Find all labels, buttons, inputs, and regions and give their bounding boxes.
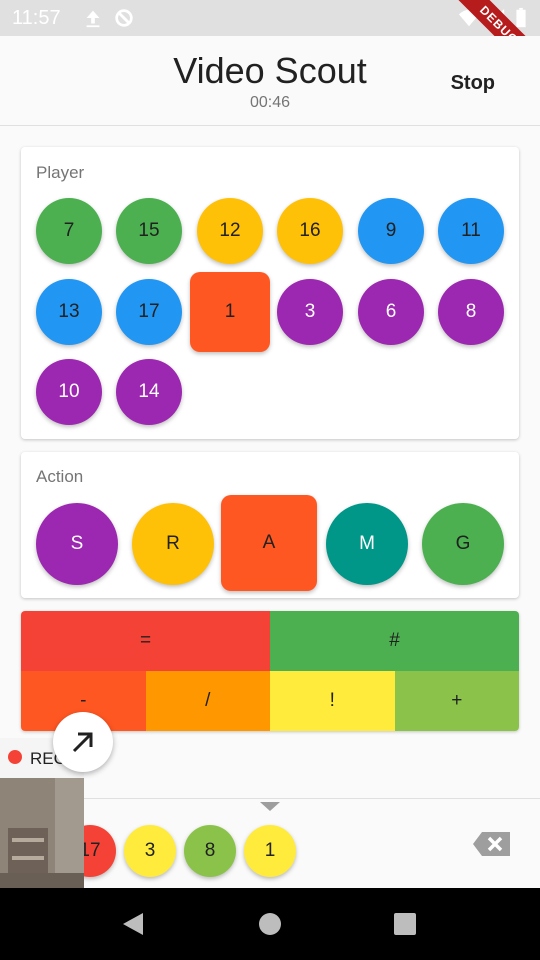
action-button-g[interactable]: G [422,503,504,585]
home-icon[interactable] [258,912,282,936]
player-button[interactable]: 13 [36,279,102,345]
recents-icon[interactable] [393,912,417,936]
action-card-title: Action [36,467,84,486]
app-bar: Video Scout 00:46 Stop [0,36,540,126]
sync-disabled-icon [115,9,133,27]
status-bar: 11:57 DEBUG [0,0,540,86]
upload-icon [86,10,100,28]
status-time: 11:57 [12,7,61,29]
elapsed-timer: 00:46 [249,94,291,111]
player-button[interactable]: 10 [36,359,102,425]
stop-button[interactable]: Stop [451,72,495,95]
camera-feed-image [0,778,84,888]
player-button[interactable]: 11 [438,198,504,264]
evaluation-button[interactable]: = [21,611,270,671]
back-icon[interactable] [121,912,145,936]
action-card: Action SRAMG [21,452,519,598]
player-button[interactable]: 3 [277,279,343,345]
player-button[interactable]: 7 [36,198,102,264]
evaluation-button[interactable]: / [145,671,270,731]
expand-button[interactable] [53,712,113,772]
history-item[interactable]: 3 [124,825,176,877]
north-east-arrow-icon [72,732,93,753]
player-button[interactable]: 6 [358,279,424,345]
player-card-title: Player [36,163,85,182]
action-button-r[interactable]: R [132,503,214,585]
action-button-s[interactable]: S [36,503,118,585]
player-button[interactable]: 1 [190,272,270,352]
caret-down-icon[interactable] [260,802,280,811]
system-nav-bar [0,888,540,960]
player-button[interactable]: 9 [358,198,424,264]
evaluation-button[interactable]: + [394,671,519,731]
backspace-icon[interactable] [472,830,512,858]
history-item[interactable]: 1 [244,825,296,877]
evaluation-button[interactable]: # [270,611,519,671]
player-card: Player 7 15 12 16 9 11 13 17 1 3 6 8 10 14 [21,147,519,439]
action-button-a[interactable]: A [221,495,317,591]
evaluation-grid: = # - /! + [21,611,519,731]
record-dot-icon [8,750,22,764]
player-button[interactable]: 16 [277,198,343,264]
history-item[interactable]: 8 [184,825,236,877]
player-button[interactable]: 17 [116,279,182,345]
evaluation-button[interactable]: ! [270,671,395,731]
action-button-m[interactable]: M [326,503,408,585]
player-button[interactable]: 8 [438,279,504,345]
player-button[interactable]: 14 [116,359,182,425]
player-button[interactable]: 15 [116,198,182,264]
player-button[interactable]: 12 [197,198,263,264]
